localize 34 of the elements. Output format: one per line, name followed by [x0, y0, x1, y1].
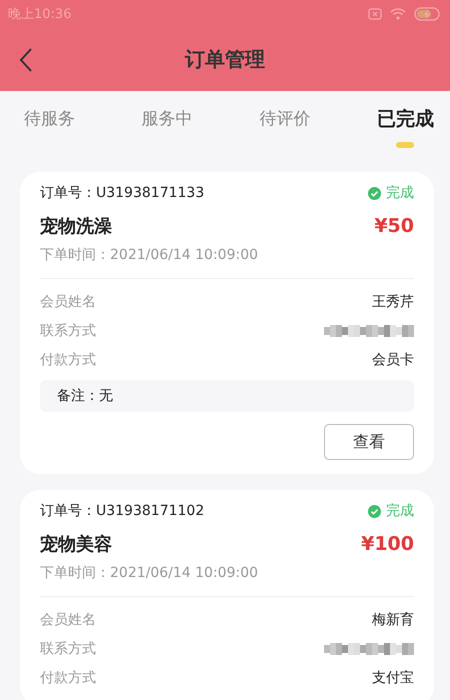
status-label: 完成	[386, 502, 414, 520]
order-note: 备注：无	[40, 380, 414, 412]
order-number: 订单号：U31938171133	[40, 184, 204, 202]
price: ¥50	[374, 215, 414, 237]
view-button[interactable]: 查看	[324, 424, 414, 460]
tab[interactable]: 待服务	[20, 91, 79, 151]
check-icon	[368, 186, 381, 200]
detail-value: 会员卡	[372, 350, 414, 368]
tab[interactable]: 服务中	[138, 91, 197, 151]
detail-label: 付款方式	[40, 668, 96, 686]
detail-label: 会员姓名	[40, 292, 96, 310]
wifi-icon	[390, 8, 406, 20]
page-title: 订单管理	[185, 46, 265, 73]
tab-indicator	[396, 142, 414, 148]
status-label: 完成	[386, 184, 414, 202]
order-time: 下单时间：2021/06/14 10:09:00	[40, 564, 260, 582]
detail-value: 王秀芹	[372, 292, 414, 310]
battery-icon	[414, 7, 442, 21]
check-icon	[368, 504, 381, 518]
detail-label: 会员姓名	[40, 610, 96, 628]
service-name: 宠物美容	[40, 533, 112, 556]
detail-label: 付款方式	[40, 350, 96, 368]
price: ¥100	[361, 533, 414, 555]
tab[interactable]: 已完成	[372, 91, 438, 151]
order-number: 订单号：U31938171102	[40, 502, 204, 520]
order-time: 下单时间：2021/06/14 10:09:00	[40, 246, 260, 264]
sim-icon	[368, 8, 382, 20]
detail-value: 支付宝	[372, 668, 414, 686]
detail-label: 联系方式	[40, 640, 96, 658]
service-name: 宠物洗澡	[40, 215, 112, 238]
detail-label: 联系方式	[40, 322, 96, 340]
detail-value: 梅新育	[372, 610, 414, 628]
tab[interactable]: 待评价	[255, 91, 314, 151]
status-time: 晚上10:36	[8, 6, 72, 23]
